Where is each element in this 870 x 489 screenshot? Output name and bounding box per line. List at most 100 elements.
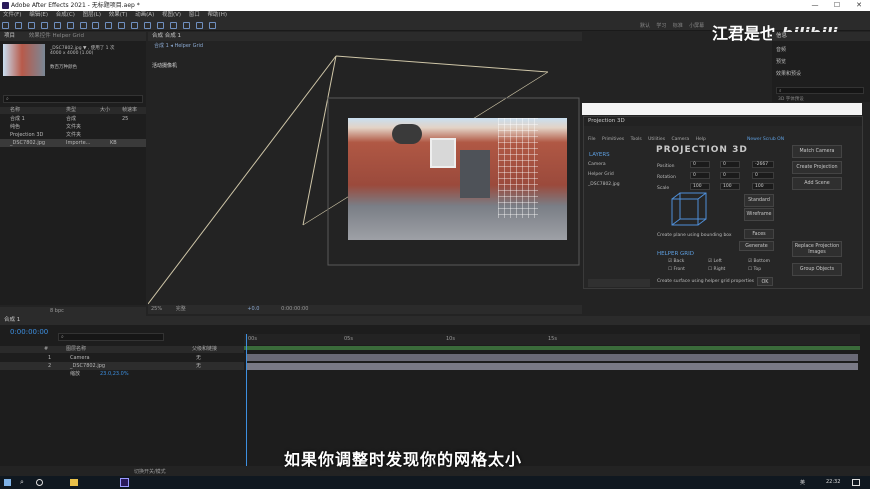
- list-item[interactable]: _DSC7802.jpg Importe... KB: [0, 139, 146, 147]
- scale-y-input[interactable]: 100: [720, 183, 740, 190]
- add-scene-button[interactable]: Add Scene: [792, 177, 842, 190]
- maximize-button[interactable]: ☐: [826, 0, 848, 11]
- list-item[interactable]: Projection 3D 文件夹: [0, 131, 146, 139]
- table-row[interactable]: 缩放 23.0,23.0%: [0, 370, 244, 378]
- p3d-menu-camera[interactable]: Camera: [671, 137, 689, 142]
- image-layer-bar[interactable]: [246, 363, 858, 370]
- menu-window[interactable]: 窗口: [189, 12, 200, 18]
- effects-search-input[interactable]: ⌕: [776, 87, 864, 94]
- rotate-tool-icon[interactable]: [92, 22, 100, 29]
- scale-z-input[interactable]: 100: [752, 183, 774, 190]
- pan-tool-icon[interactable]: [66, 22, 74, 29]
- helper-grid-ok-button[interactable]: OK: [757, 277, 773, 286]
- timeline-search-input[interactable]: ⌕: [58, 333, 164, 341]
- playhead[interactable]: [246, 334, 247, 466]
- list-item[interactable]: 合成 1 合成 25: [0, 115, 146, 123]
- col-name[interactable]: 名称: [10, 107, 20, 114]
- comp-time[interactable]: 0:00:00:00: [281, 306, 308, 312]
- clock[interactable]: 22:32: [826, 479, 840, 485]
- col-layer-name[interactable]: 图层名称: [66, 346, 86, 353]
- minimize-button[interactable]: —: [804, 0, 826, 11]
- workspace-small-screen[interactable]: 小屏幕: [689, 23, 704, 29]
- table-row[interactable]: 2 _DSC7802.jpg 无: [0, 362, 244, 370]
- p3d-menu-file[interactable]: File: [588, 137, 596, 142]
- resolution-dropdown[interactable]: 完整: [176, 306, 186, 312]
- menu-help[interactable]: 帮助(H): [208, 12, 227, 18]
- text-3d-preset[interactable]: 3D 字体预设: [778, 96, 804, 102]
- brush-tool-icon[interactable]: [157, 22, 165, 29]
- text-tool-icon[interactable]: [144, 22, 152, 29]
- file-explorer-icon[interactable]: [70, 479, 78, 486]
- check-top[interactable]: ☐ Top: [748, 267, 761, 272]
- anchor-tool-icon[interactable]: [105, 22, 113, 29]
- dolly-tool-icon[interactable]: [79, 22, 87, 29]
- roto-tool-icon[interactable]: [195, 22, 203, 29]
- layer-parent[interactable]: 无: [196, 354, 201, 362]
- project-search-input[interactable]: ⌕: [3, 95, 143, 103]
- table-row[interactable]: 1 Camera 无: [0, 354, 244, 362]
- p3d-bottom-icons[interactable]: [588, 279, 650, 287]
- toggle-switches-modes[interactable]: 切换开关/模式: [134, 468, 166, 475]
- wireframe-button[interactable]: Wireframe: [744, 208, 774, 221]
- rotation-x-input[interactable]: 0: [690, 172, 710, 179]
- scale-x-input[interactable]: 100: [690, 183, 710, 190]
- puppet-tool-icon[interactable]: [208, 22, 216, 29]
- exposure-value[interactable]: +0.0: [247, 306, 259, 312]
- workspace-learn[interactable]: 学习: [656, 23, 666, 29]
- position-z-input[interactable]: -2667: [752, 161, 774, 168]
- selection-tool-icon[interactable]: [14, 22, 22, 29]
- zoom-dropdown[interactable]: 25%: [151, 306, 162, 312]
- menu-composition[interactable]: 合成(C): [56, 12, 75, 18]
- bounding-box-cube-icon[interactable]: [668, 191, 710, 233]
- timeline-current-time[interactable]: 0:00:00:00: [10, 328, 48, 336]
- notification-icon[interactable]: [852, 479, 860, 486]
- check-bottom[interactable]: ☑ Bottom: [748, 259, 770, 264]
- camera-layer-bar[interactable]: [246, 354, 858, 361]
- check-right[interactable]: ☐ Right: [708, 267, 725, 272]
- input-language[interactable]: 英: [800, 479, 805, 486]
- menu-layer[interactable]: 图层(L): [83, 12, 101, 18]
- eraser-tool-icon[interactable]: [182, 22, 190, 29]
- check-back[interactable]: ☑ Back: [668, 259, 684, 264]
- p3d-menu-tools[interactable]: Tools: [631, 137, 642, 142]
- project-tab[interactable]: 项目 效果控件 Helper Grid: [0, 32, 146, 41]
- close-button[interactable]: ✕: [848, 0, 870, 11]
- position-x-input[interactable]: 0: [690, 161, 710, 168]
- p3d-layer-helper-grid[interactable]: Helper Grid: [588, 170, 652, 180]
- zoom-tool-icon[interactable]: [40, 22, 48, 29]
- scale-value[interactable]: 23.0,23.0%: [100, 370, 129, 378]
- p3d-menu-help[interactable]: Help: [696, 137, 706, 142]
- audio-panel-item[interactable]: 音频: [776, 44, 866, 56]
- col-size[interactable]: 大小: [100, 107, 110, 114]
- bpc-toggle[interactable]: 8 bpc: [50, 308, 64, 314]
- hand-tool-icon[interactable]: [27, 22, 35, 29]
- menu-file[interactable]: 文件(F): [3, 12, 21, 18]
- windows-start-icon[interactable]: [4, 479, 11, 486]
- p3d-menu-utilities[interactable]: Utilities: [648, 137, 665, 142]
- generate-dropdown[interactable]: Generate: [739, 241, 774, 251]
- check-left[interactable]: ☑ Left: [708, 259, 722, 264]
- timeline-tab[interactable]: 合成 1: [0, 316, 870, 325]
- p3d-layer-camera[interactable]: Camera: [588, 160, 652, 170]
- p3d-layer-image[interactable]: _DSC7802.jpg: [588, 180, 652, 190]
- p3d-menu-primitives[interactable]: Primitives: [602, 137, 624, 142]
- scrub-toggle[interactable]: Newer Scrub ON: [747, 137, 784, 142]
- standard-button[interactable]: Standard: [744, 194, 774, 207]
- after-effects-taskbar-icon[interactable]: [120, 478, 129, 487]
- effects-presets-item[interactable]: 效果和预设: [776, 68, 866, 80]
- replace-projection-images-button[interactable]: Replace Projection Images: [792, 241, 842, 257]
- rotation-y-input[interactable]: 0: [720, 172, 740, 179]
- workspace-standard[interactable]: 标准: [673, 23, 683, 29]
- preview-panel-item[interactable]: 预览: [776, 56, 866, 68]
- rotation-z-input[interactable]: 0: [752, 172, 774, 179]
- pen-tool-icon[interactable]: [131, 22, 139, 29]
- position-y-input[interactable]: 0: [720, 161, 740, 168]
- col-type[interactable]: 类型: [66, 107, 76, 114]
- home-icon[interactable]: [2, 22, 9, 29]
- search-icon[interactable]: ⌕: [20, 479, 24, 486]
- menu-edit[interactable]: 编辑(E): [29, 12, 48, 18]
- group-objects-button[interactable]: Group Objects: [792, 263, 842, 276]
- menu-effect[interactable]: 效果(T): [109, 12, 128, 18]
- list-item[interactable]: 纯色 文件夹: [0, 123, 146, 131]
- info-tab[interactable]: 信息: [772, 32, 870, 41]
